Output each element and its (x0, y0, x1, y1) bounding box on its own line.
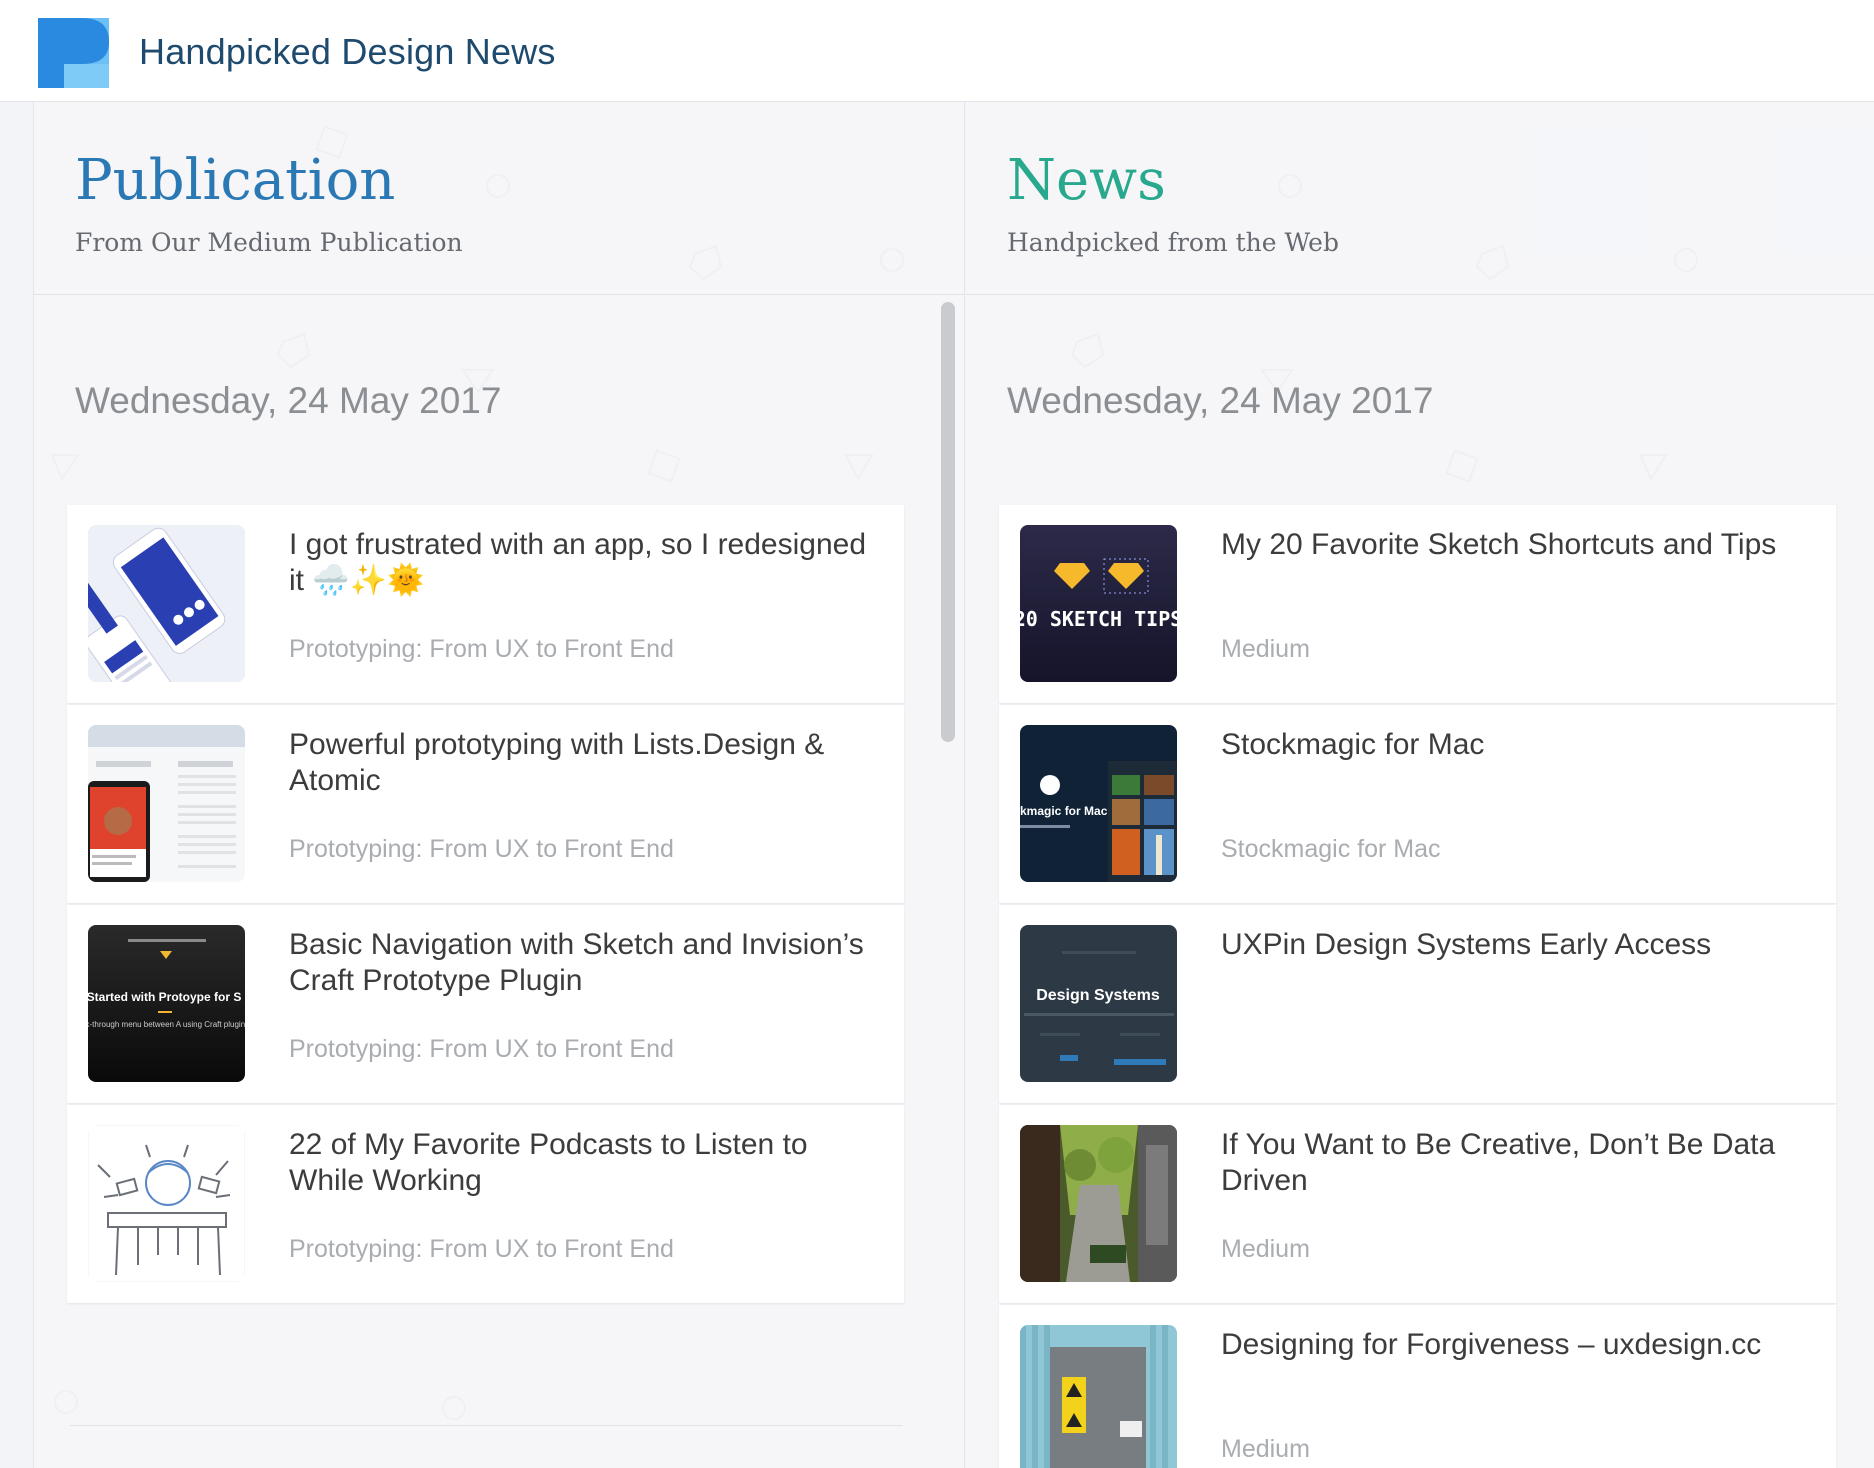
article-card[interactable]: 20 SKETCH TIPS My 20 Favorite Sketch Sho… (999, 505, 1836, 703)
publication-header: Publication From Our Medium Publication (34, 102, 964, 295)
article-card[interactable]: Designing for Forgiveness – uxdesign.cc … (999, 1305, 1836, 1468)
news-column: News Handpicked from the Web Wednesday, … (966, 102, 1874, 1468)
stockmagic-app-thumbnail: kmagic for Mac (1020, 725, 1177, 882)
divider (70, 1425, 903, 1426)
news-header: News Handpicked from the Web (966, 102, 1874, 295)
thumbnail-caption: kmagic for Mac (1020, 804, 1108, 818)
publication-title: Publication (75, 148, 396, 213)
thumbnail-caption: Started with Protoype for S (88, 990, 241, 1004)
article-source: Prototyping: From UX to Front End (289, 835, 674, 863)
publication-date: Wednesday, 24 May 2017 (75, 380, 502, 421)
scrollbar-thumb[interactable] (941, 302, 955, 742)
article-source: Stockmagic for Mac (1221, 835, 1441, 863)
article-card[interactable]: Design Systems UXPin Design Systems Earl… (999, 905, 1836, 1103)
article-title[interactable]: Powerful prototyping with Lists.Design &… (289, 727, 879, 799)
svg-text:simple click-through menu betw: simple click-through menu between A usin… (88, 1020, 245, 1029)
publication-subtitle: From Our Medium Publication (75, 228, 463, 257)
article-source: Medium (1221, 635, 1310, 663)
article-source: Prototyping: From UX to Front End (289, 1235, 674, 1263)
phone-app-redesign-thumbnail (88, 525, 245, 682)
article-card[interactable]: I got frustrated with an app, so I redes… (67, 505, 904, 703)
news-date: Wednesday, 24 May 2017 (1007, 380, 1434, 421)
article-title[interactable]: Stockmagic for Mac (1221, 727, 1811, 763)
sketch-drawing-person-at-desk-thumbnail (88, 1125, 245, 1282)
garden-path-photo-thumbnail (1020, 1125, 1177, 1282)
article-title[interactable]: If You Want to Be Creative, Don’t Be Dat… (1221, 1127, 1811, 1199)
sketch-tips-dark-thumbnail: Started with Protoype for S simple click… (88, 925, 245, 1082)
thumbnail-caption: 20 SKETCH TIPS (1020, 607, 1177, 631)
list-prototype-screens-thumbnail (88, 725, 245, 882)
thumbnail-subcaption: simple click-through menu between A usin… (88, 1020, 245, 1029)
warning-sign-door-thumbnail (1020, 1325, 1177, 1468)
article-title[interactable]: UXPin Design Systems Early Access (1221, 927, 1811, 963)
20-sketch-tips-thumbnail: 20 SKETCH TIPS (1020, 525, 1177, 682)
article-title[interactable]: My 20 Favorite Sketch Shortcuts and Tips (1221, 527, 1811, 563)
article-source: Prototyping: From UX to Front End (289, 635, 674, 663)
thumbnail-caption: Design Systems (1036, 987, 1160, 1004)
article-title[interactable]: Basic Navigation with Sketch and Invisio… (289, 927, 879, 999)
article-card[interactable]: If You Want to Be Creative, Don’t Be Dat… (999, 1105, 1836, 1303)
article-source: Medium (1221, 1235, 1310, 1263)
article-title[interactable]: 22 of My Favorite Podcasts to Listen to … (289, 1127, 879, 1199)
article-card[interactable]: Started with Protoype for S simple click… (67, 905, 904, 1103)
news-title: News (1007, 148, 1166, 213)
news-subtitle: Handpicked from the Web (1007, 228, 1339, 257)
article-title[interactable]: Designing for Forgiveness – uxdesign.cc (1221, 1327, 1811, 1363)
app-logo-icon[interactable] (38, 18, 109, 88)
article-source: Prototyping: From UX to Front End (289, 1035, 674, 1063)
top-bar: Handpicked Design News (0, 0, 1874, 102)
article-card[interactable]: 22 of My Favorite Podcasts to Listen to … (67, 1105, 904, 1303)
publication-scrollbar[interactable] (939, 300, 957, 1468)
app-title[interactable]: Handpicked Design News (139, 30, 556, 74)
article-title[interactable]: I got frustrated with an app, so I redes… (289, 527, 879, 599)
article-card[interactable]: kmagic for Mac Stockmagic for Mac Stockm… (999, 705, 1836, 903)
article-card[interactable]: Powerful prototyping with Lists.Design &… (67, 705, 904, 903)
publication-column: Publication From Our Medium Publication … (33, 102, 965, 1468)
design-systems-thumbnail: Design Systems (1020, 925, 1177, 1082)
article-source: Medium (1221, 1435, 1310, 1463)
